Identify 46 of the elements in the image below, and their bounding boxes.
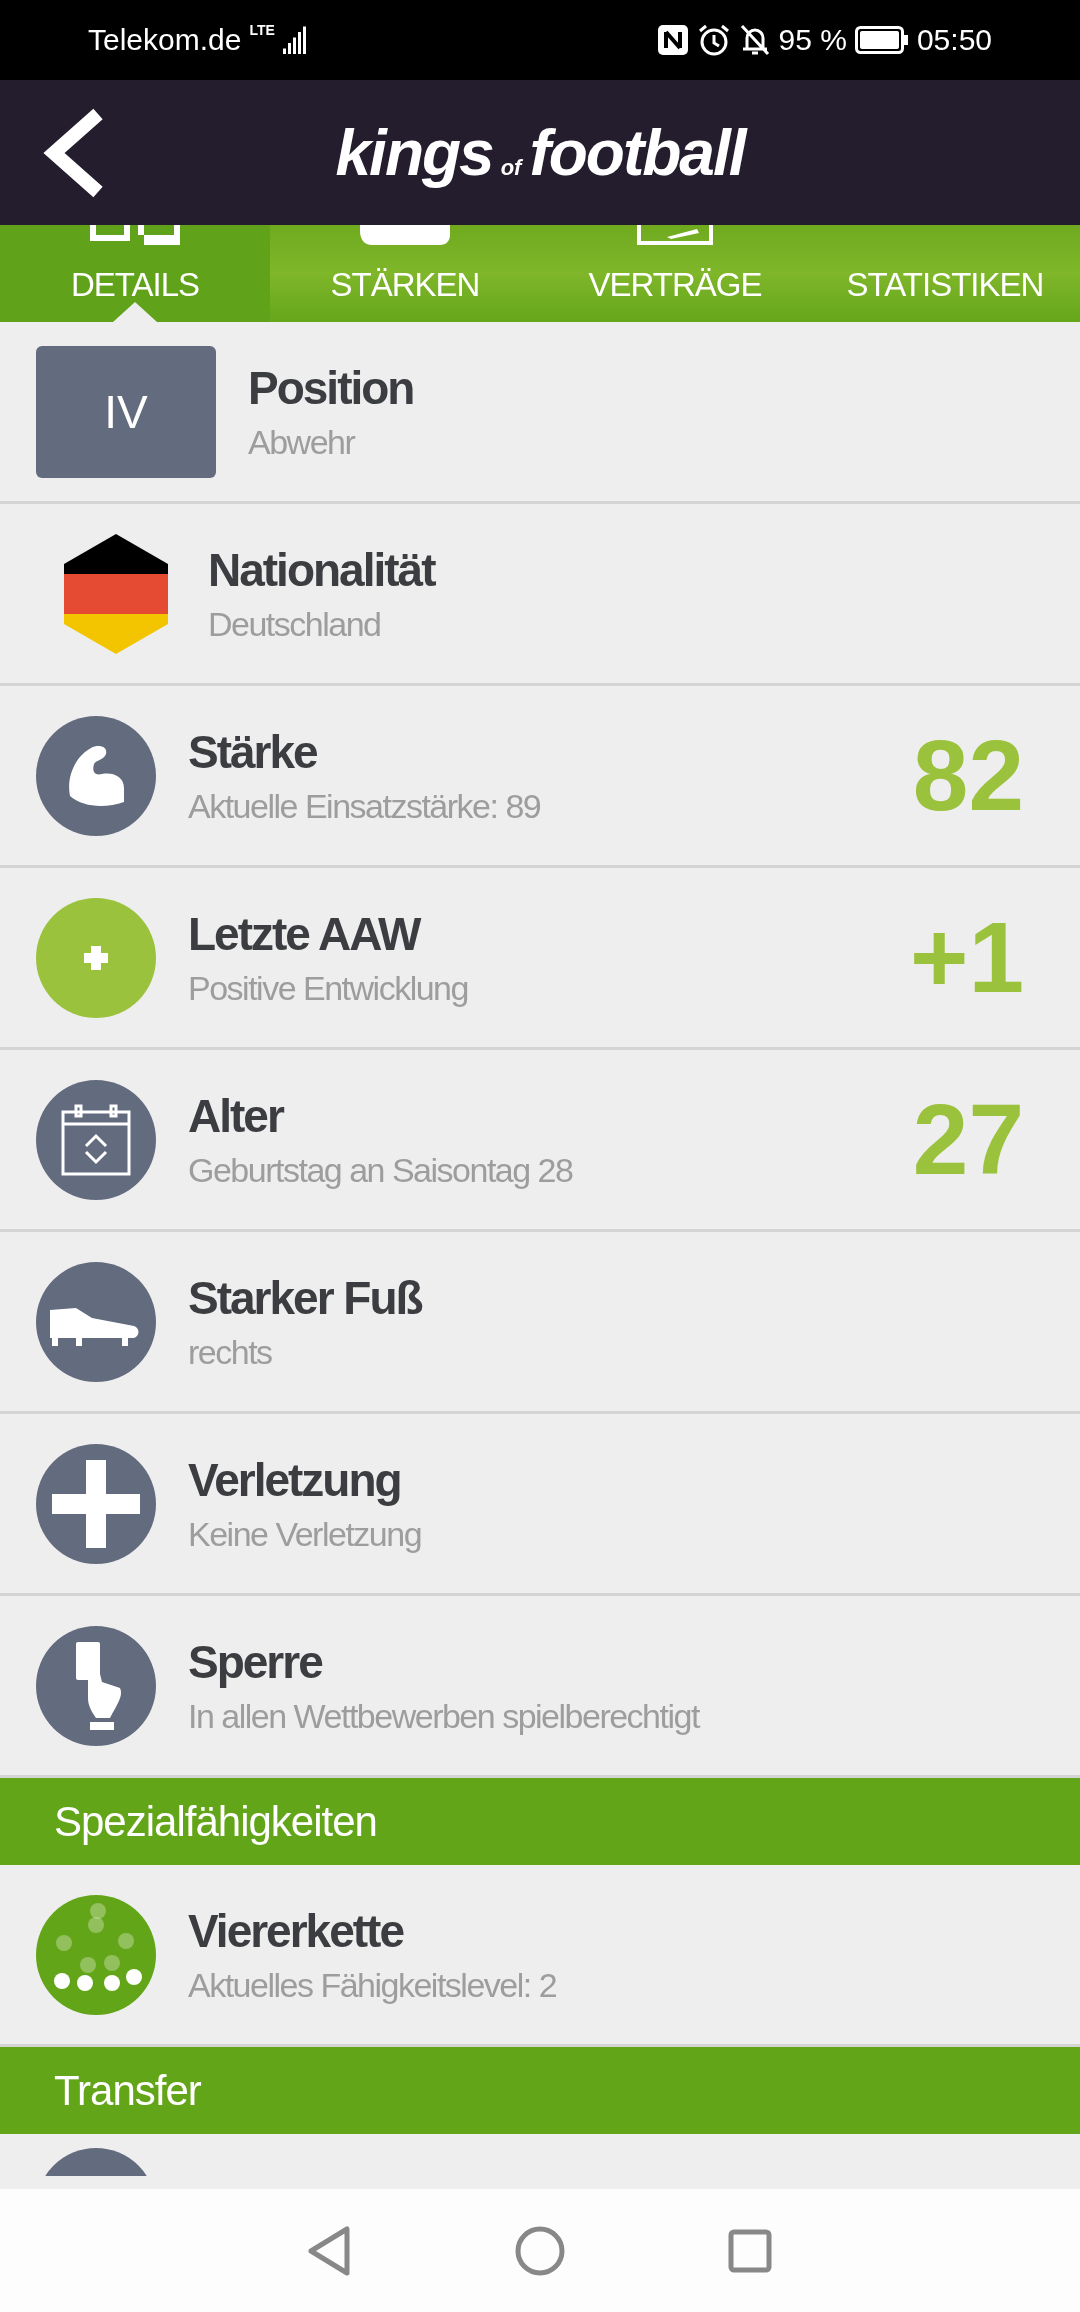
row-subtitle: Geburtstag an Saisontag 28 (188, 1151, 574, 1190)
row-value: 82 (912, 718, 1025, 833)
row-title: Starker Fuß (188, 1271, 424, 1325)
muscle-icon (36, 715, 156, 836)
row-subtitle: rechts (188, 1333, 273, 1372)
row-title: Stärke (188, 725, 318, 779)
row-value: 27 (912, 1082, 1025, 1197)
row-subtitle: Deutschland (208, 605, 382, 644)
row-subtitle: Aktuelles Fähigkeitslevel: 2 (188, 1966, 558, 2005)
tab[interactable]: STATISTIKEN (810, 225, 1080, 322)
tab[interactable]: VERTRÄGE (540, 225, 810, 322)
dots-icon (36, 1894, 156, 2015)
calendar-icon (36, 1079, 156, 1200)
battery-percent: 95 % (778, 23, 847, 57)
alarm-icon (696, 23, 731, 57)
carrier-name: Telekom.de (88, 23, 242, 57)
section-header: Transfer (0, 2047, 1080, 2134)
row-subtitle: Aktuelle Einsatzstärke: 89 (188, 787, 542, 826)
row-title: Letzte AAW (188, 907, 422, 961)
signal-icon (282, 26, 307, 54)
cross-icon (36, 1443, 156, 1564)
muted-bell-icon (738, 23, 771, 57)
row-title: Verletzung (188, 1453, 402, 1507)
battery-icon (854, 26, 909, 54)
hand-card-icon (36, 1625, 156, 1746)
row-title: Alter (188, 1089, 285, 1143)
tab[interactable]: STÄRKEN (270, 225, 540, 322)
app-logo: kings of football (335, 115, 745, 190)
row-title: Position (248, 361, 415, 415)
row-value: +1 (910, 900, 1025, 1015)
nfc-icon (656, 24, 689, 56)
network-type: LTE (249, 22, 275, 38)
position-badge: IV (36, 345, 216, 478)
clock-time: 05:50 (916, 23, 992, 57)
tab-pointer (113, 302, 157, 322)
boot-icon (36, 1261, 156, 1382)
row-subtitle: Keine Verletzung (188, 1515, 423, 1554)
plus-icon (36, 897, 156, 1018)
section-header: Spezialfähigkeiten (0, 1778, 1080, 1865)
row-subtitle: Positive Entwicklung (188, 969, 469, 1008)
row-title: Sperre (188, 1635, 324, 1689)
tab[interactable]: DETAILS (0, 225, 270, 322)
row-subtitle: In allen Wettbewerben spielberechtigt (188, 1697, 701, 1736)
row-subtitle: Abwehr (248, 423, 356, 462)
row-title: Viererkette (188, 1904, 405, 1958)
row-title: Nationalität (208, 543, 436, 597)
